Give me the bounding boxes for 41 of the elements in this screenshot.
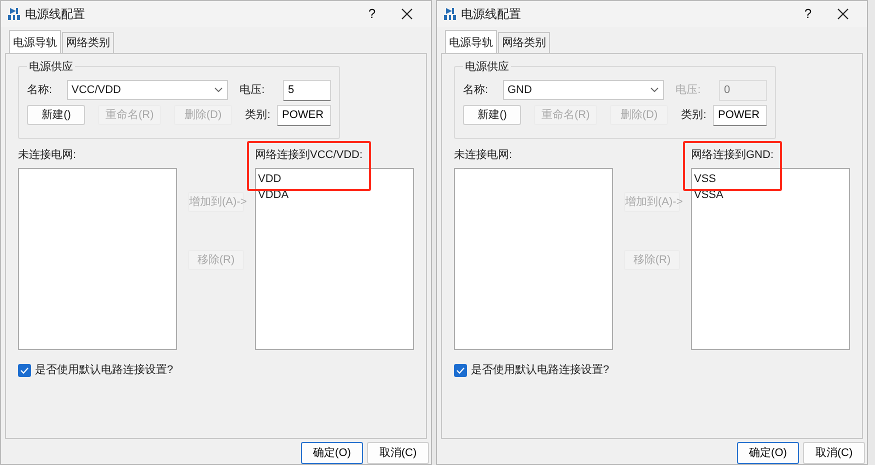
field-label: 电压:: [240, 83, 266, 98]
toolbar-button[interactable]: 新建(): [463, 105, 522, 126]
list-label: 未连接电网:: [454, 148, 514, 164]
list-item[interactable]: VDD: [258, 170, 411, 188]
tab[interactable]: 网络类别: [498, 32, 550, 54]
list-label: 未连接电网:: [18, 148, 78, 164]
window-title: 电源线配置: [461, 6, 522, 23]
list-item[interactable]: VSS: [694, 170, 847, 188]
close-icon[interactable]: [837, 8, 849, 20]
help-button[interactable]: ?: [357, 4, 387, 24]
tab[interactable]: 电源导轨: [445, 30, 497, 54]
list-label: 网络连接到GND:: [691, 149, 774, 162]
dialog-button[interactable]: 确定(O): [737, 442, 799, 464]
app-icon: [7, 6, 21, 21]
tab[interactable]: 电源导轨: [9, 30, 61, 54]
voltage-field[interactable]: 5: [283, 80, 331, 101]
name-dropdown[interactable]: VCC/VDD: [66, 80, 228, 100]
dialog-button[interactable]: 取消(C): [367, 442, 429, 464]
dialog-button[interactable]: 确定(O): [301, 442, 363, 464]
dialog-button[interactable]: 取消(C): [803, 442, 865, 464]
list-label: 网络连接到VCC/VDD:: [255, 149, 363, 162]
window-title: 电源线配置: [25, 6, 86, 23]
caret-icon: [214, 87, 223, 94]
category-field[interactable]: POWER: [712, 104, 767, 126]
tab[interactable]: 网络类别: [62, 32, 114, 54]
field-label: 电压:: [676, 83, 702, 98]
field-label: 名称:: [463, 83, 490, 98]
close-icon[interactable]: [401, 8, 413, 20]
checkbox[interactable]: [18, 364, 31, 377]
checkbox-label: 是否使用默认电路连接设置?: [471, 362, 610, 378]
help-button[interactable]: ?: [793, 4, 823, 24]
name-dropdown[interactable]: GND: [502, 80, 664, 100]
category-field[interactable]: POWER: [276, 104, 331, 126]
checkbox[interactable]: [454, 364, 467, 377]
field-label: 类别:: [245, 108, 272, 124]
toolbar-button[interactable]: 新建(): [27, 105, 86, 126]
field-label: 类别:: [681, 108, 708, 124]
field-label: 名称:: [27, 83, 54, 98]
caret-icon: [650, 87, 659, 94]
checkbox-label: 是否使用默认电路连接设置?: [35, 362, 174, 378]
app-icon: [443, 6, 457, 21]
